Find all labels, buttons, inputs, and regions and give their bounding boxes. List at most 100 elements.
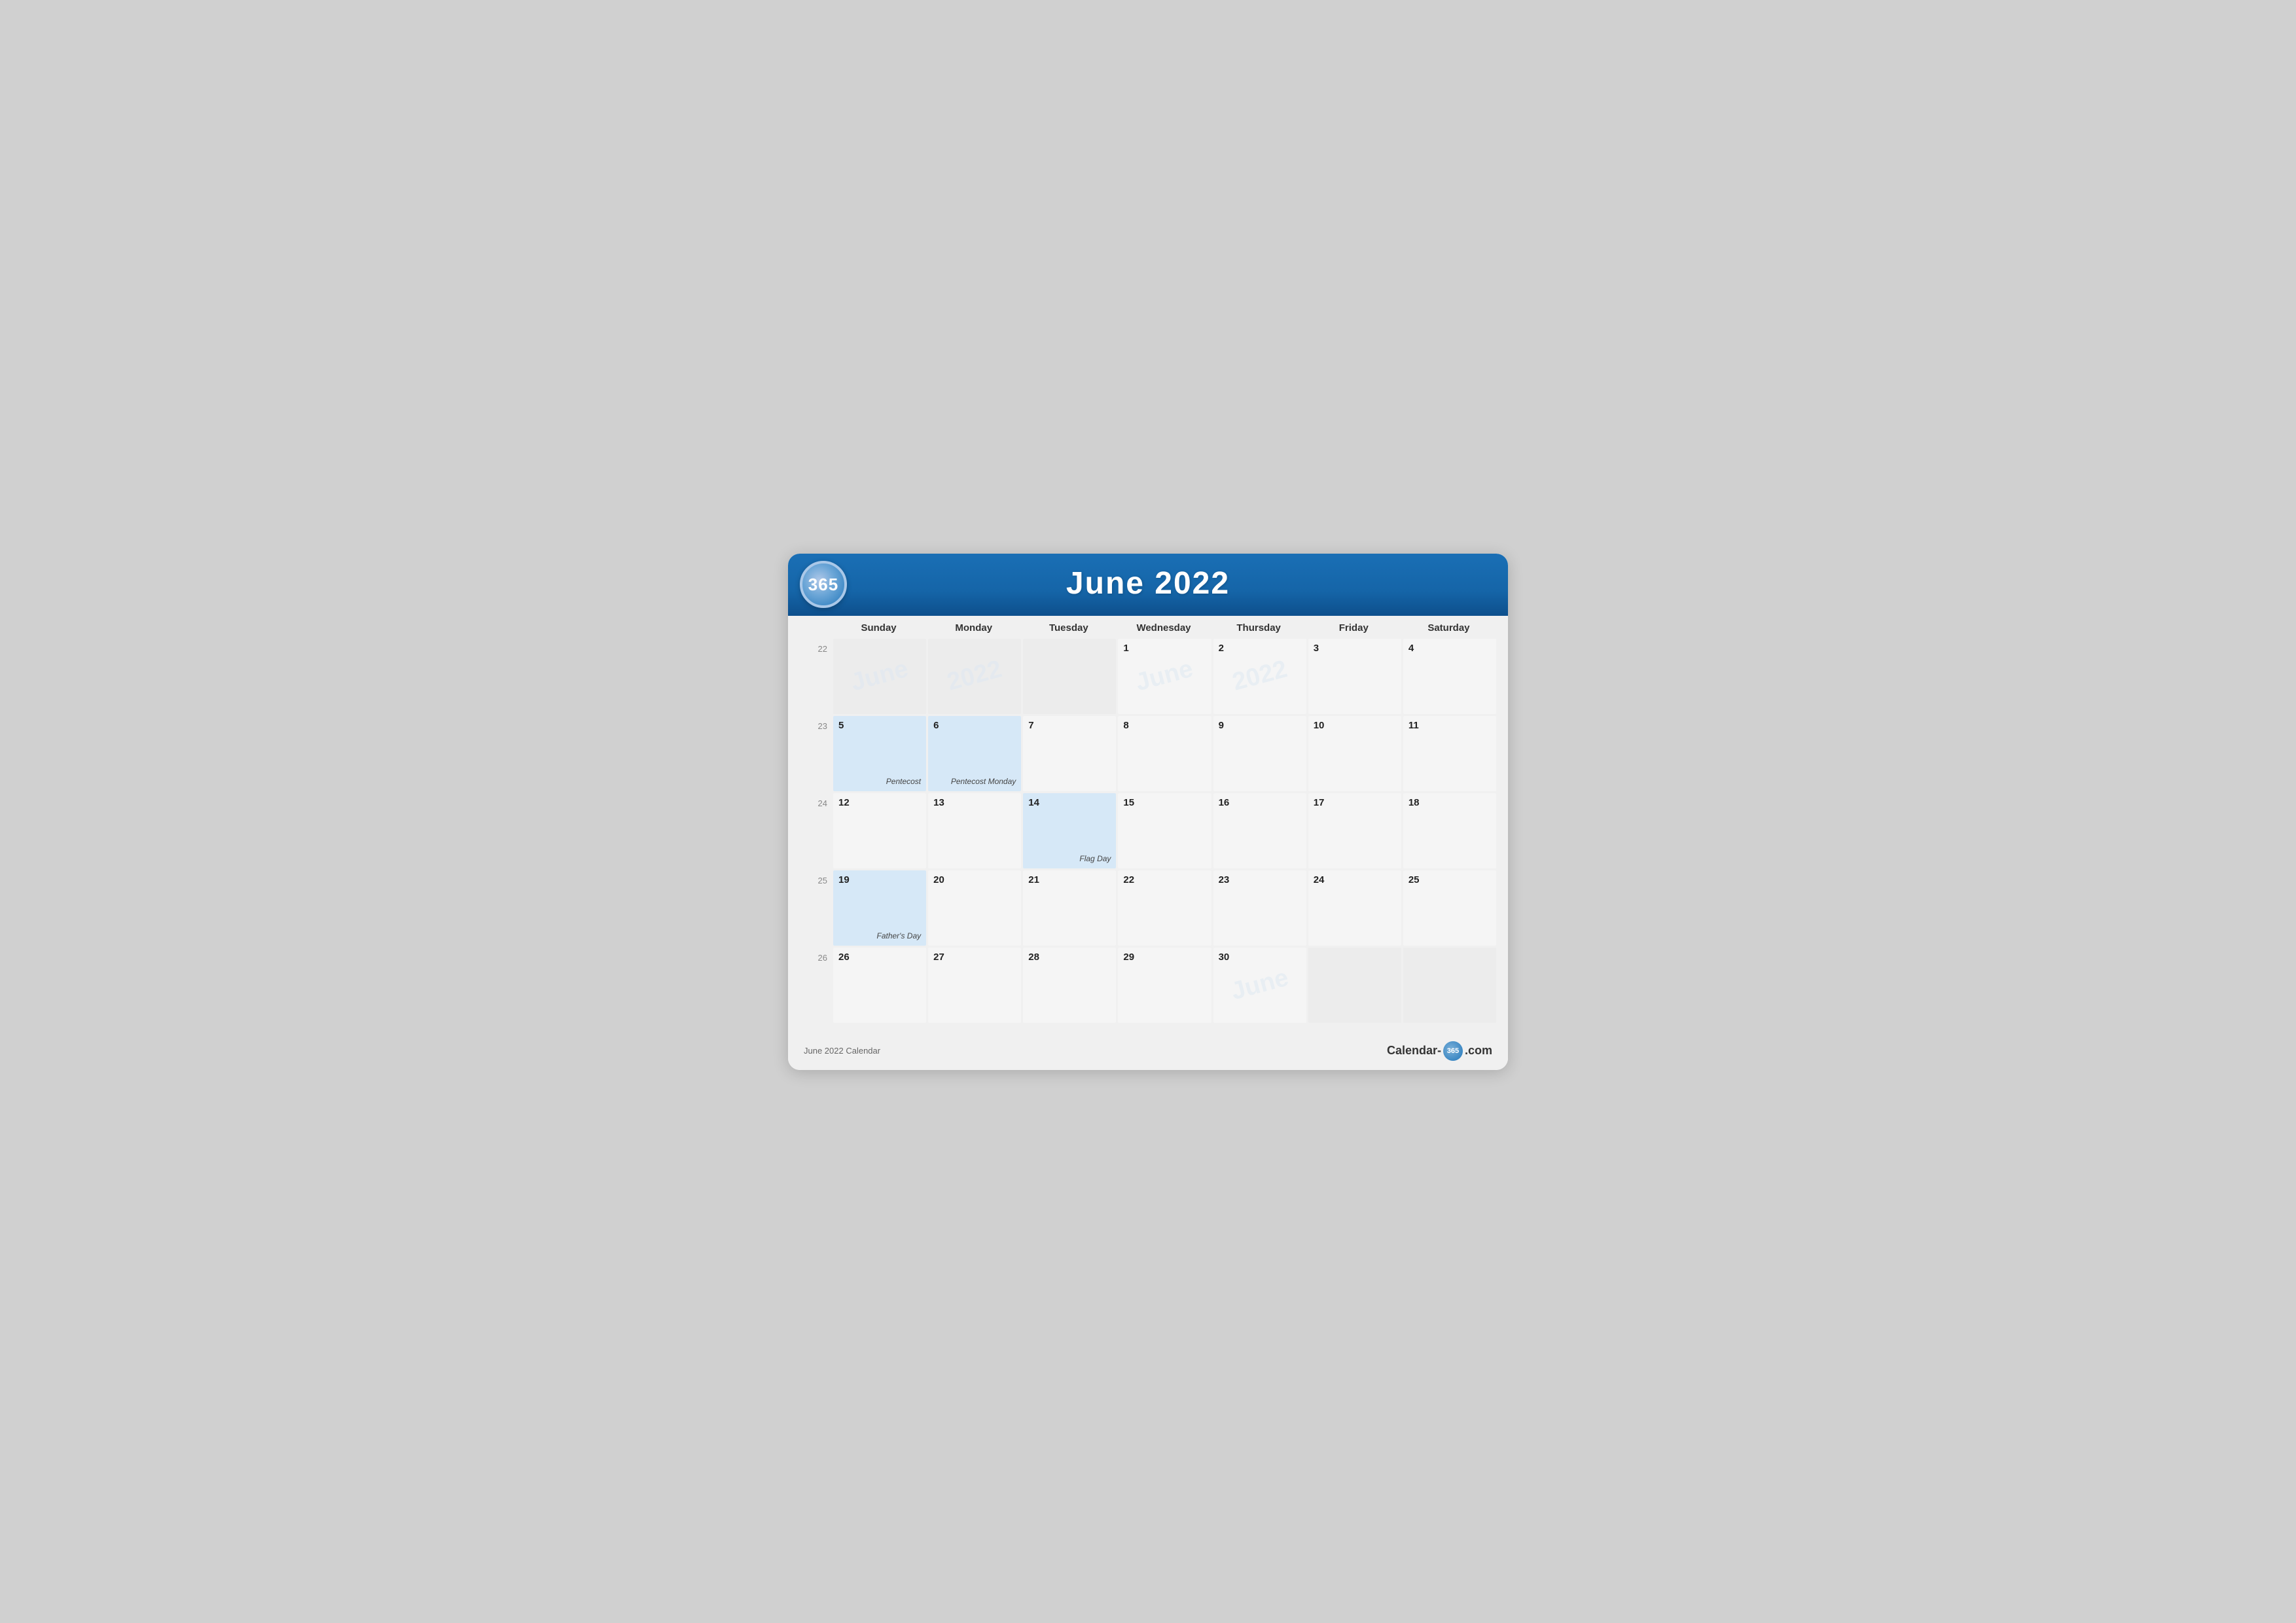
date-number: 19 xyxy=(838,874,921,885)
calendar-cell: 23 xyxy=(1213,870,1306,946)
day-header-saturday: Saturday xyxy=(1401,616,1496,637)
date-number: 21 xyxy=(1028,874,1111,885)
calendar-cell: 15 xyxy=(1118,793,1211,868)
calendar-cell: 14 Flag Day xyxy=(1023,793,1116,868)
week-number-26: 26 xyxy=(800,948,831,1023)
calendar-cell: 6 Pentecost Monday xyxy=(928,716,1021,791)
calendar-cell: 21 xyxy=(1023,870,1116,946)
week-number-24: 24 xyxy=(800,793,831,868)
calendar-cell xyxy=(1023,639,1116,714)
day-header-wednesday: Wednesday xyxy=(1116,616,1211,637)
watermark-text: 2022 xyxy=(944,655,1005,696)
calendar-cell: 10 xyxy=(1308,716,1401,791)
calendar-cell: 30June xyxy=(1213,948,1306,1023)
week-num-header xyxy=(800,616,831,637)
date-number: 13 xyxy=(933,797,1016,808)
calendar-cell: 25 xyxy=(1403,870,1496,946)
day-header-thursday: Thursday xyxy=(1211,616,1306,637)
date-number: 2 xyxy=(1219,643,1301,654)
date-number: 24 xyxy=(1314,874,1396,885)
week-number-22: 22 xyxy=(800,639,831,714)
date-number: 30 xyxy=(1219,952,1301,963)
calendar-footer: June 2022 Calendar Calendar- 365 .com xyxy=(788,1035,1508,1070)
date-number: 26 xyxy=(838,952,921,963)
calendar-cell: 11 xyxy=(1403,716,1496,791)
watermark-text: 2022 xyxy=(1229,655,1290,696)
calendar-container: 365 June 2022 Sunday Monday Tuesday Wedn… xyxy=(788,554,1508,1070)
calendar-cell: June xyxy=(833,639,926,714)
date-number: 5 xyxy=(838,720,921,731)
date-number: 9 xyxy=(1219,720,1301,731)
date-number: 27 xyxy=(933,952,1016,963)
calendar-cell: 22022 xyxy=(1213,639,1306,714)
date-number: 22 xyxy=(1123,874,1206,885)
footer-right: Calendar- 365 .com xyxy=(1387,1041,1492,1061)
calendar-cell: 5 Pentecost xyxy=(833,716,926,791)
calendar-cell xyxy=(1403,948,1496,1023)
date-number: 25 xyxy=(1408,874,1491,885)
calendar-cell: 26 xyxy=(833,948,926,1023)
calendar-cell: 12 xyxy=(833,793,926,868)
day-header-monday: Monday xyxy=(926,616,1021,637)
calendar-grid: 22June20221June2202234235Pentecost6Pente… xyxy=(800,639,1496,1023)
date-number: 3 xyxy=(1314,643,1396,654)
date-number: 1 xyxy=(1123,643,1206,654)
footer-left-label: June 2022 Calendar xyxy=(804,1046,880,1056)
calendar-cell: 22 xyxy=(1118,870,1211,946)
event-label: Flag Day xyxy=(1079,854,1111,863)
date-number: 12 xyxy=(838,797,921,808)
date-number: 23 xyxy=(1219,874,1301,885)
watermark-text: June xyxy=(1133,655,1196,697)
calendar-cell: 2022 xyxy=(928,639,1021,714)
week-number-23: 23 xyxy=(800,716,831,791)
calendar-cell: 24 xyxy=(1308,870,1401,946)
week-number-25: 25 xyxy=(800,870,831,946)
date-number: 16 xyxy=(1219,797,1301,808)
date-number: 6 xyxy=(933,720,1016,731)
calendar-cell: 3 xyxy=(1308,639,1401,714)
calendar-cell: 27 xyxy=(928,948,1021,1023)
footer-calendar-text: Calendar- xyxy=(1387,1044,1441,1058)
date-number: 15 xyxy=(1123,797,1206,808)
calendar-cell: 28 xyxy=(1023,948,1116,1023)
calendar-cell: 16 xyxy=(1213,793,1306,868)
calendar-cell: 8 xyxy=(1118,716,1211,791)
date-number: 17 xyxy=(1314,797,1396,808)
date-number: 11 xyxy=(1408,720,1491,731)
event-label: Pentecost xyxy=(886,777,921,786)
days-header: Sunday Monday Tuesday Wednesday Thursday… xyxy=(800,616,1496,637)
date-number: 18 xyxy=(1408,797,1491,808)
footer-badge: 365 xyxy=(1443,1041,1463,1061)
calendar-cell: 18 xyxy=(1403,793,1496,868)
date-number: 28 xyxy=(1028,952,1111,963)
calendar-cell: 29 xyxy=(1118,948,1211,1023)
date-number: 7 xyxy=(1028,720,1111,731)
calendar-cell: 7 xyxy=(1023,716,1116,791)
calendar-cell: 13 xyxy=(928,793,1021,868)
event-label: Father's Day xyxy=(876,931,921,940)
date-number: 10 xyxy=(1314,720,1396,731)
logo-badge: 365 xyxy=(800,561,847,608)
calendar-cell xyxy=(1308,948,1401,1023)
date-number: 20 xyxy=(933,874,1016,885)
watermark-text: June xyxy=(1228,964,1291,1006)
date-number: 29 xyxy=(1123,952,1206,963)
date-number: 8 xyxy=(1123,720,1206,731)
calendar-title: June 2022 xyxy=(1066,565,1230,601)
watermark-text: June xyxy=(848,655,912,697)
calendar-header: 365 June 2022 xyxy=(788,554,1508,616)
calendar-cell: 4 xyxy=(1403,639,1496,714)
footer-dot-com: .com xyxy=(1465,1044,1492,1058)
calendar-cell: 20 xyxy=(928,870,1021,946)
event-label: Pentecost Monday xyxy=(951,777,1016,786)
calendar-cell: 1June xyxy=(1118,639,1211,714)
calendar-cell: 9 xyxy=(1213,716,1306,791)
calendar-cell: 17 xyxy=(1308,793,1401,868)
day-header-sunday: Sunday xyxy=(831,616,926,637)
calendar-body: Sunday Monday Tuesday Wednesday Thursday… xyxy=(788,616,1508,1035)
date-number: 14 xyxy=(1028,797,1111,808)
day-header-friday: Friday xyxy=(1306,616,1401,637)
date-number: 4 xyxy=(1408,643,1491,654)
calendar-cell: 19 Father's Day xyxy=(833,870,926,946)
day-header-tuesday: Tuesday xyxy=(1021,616,1116,637)
